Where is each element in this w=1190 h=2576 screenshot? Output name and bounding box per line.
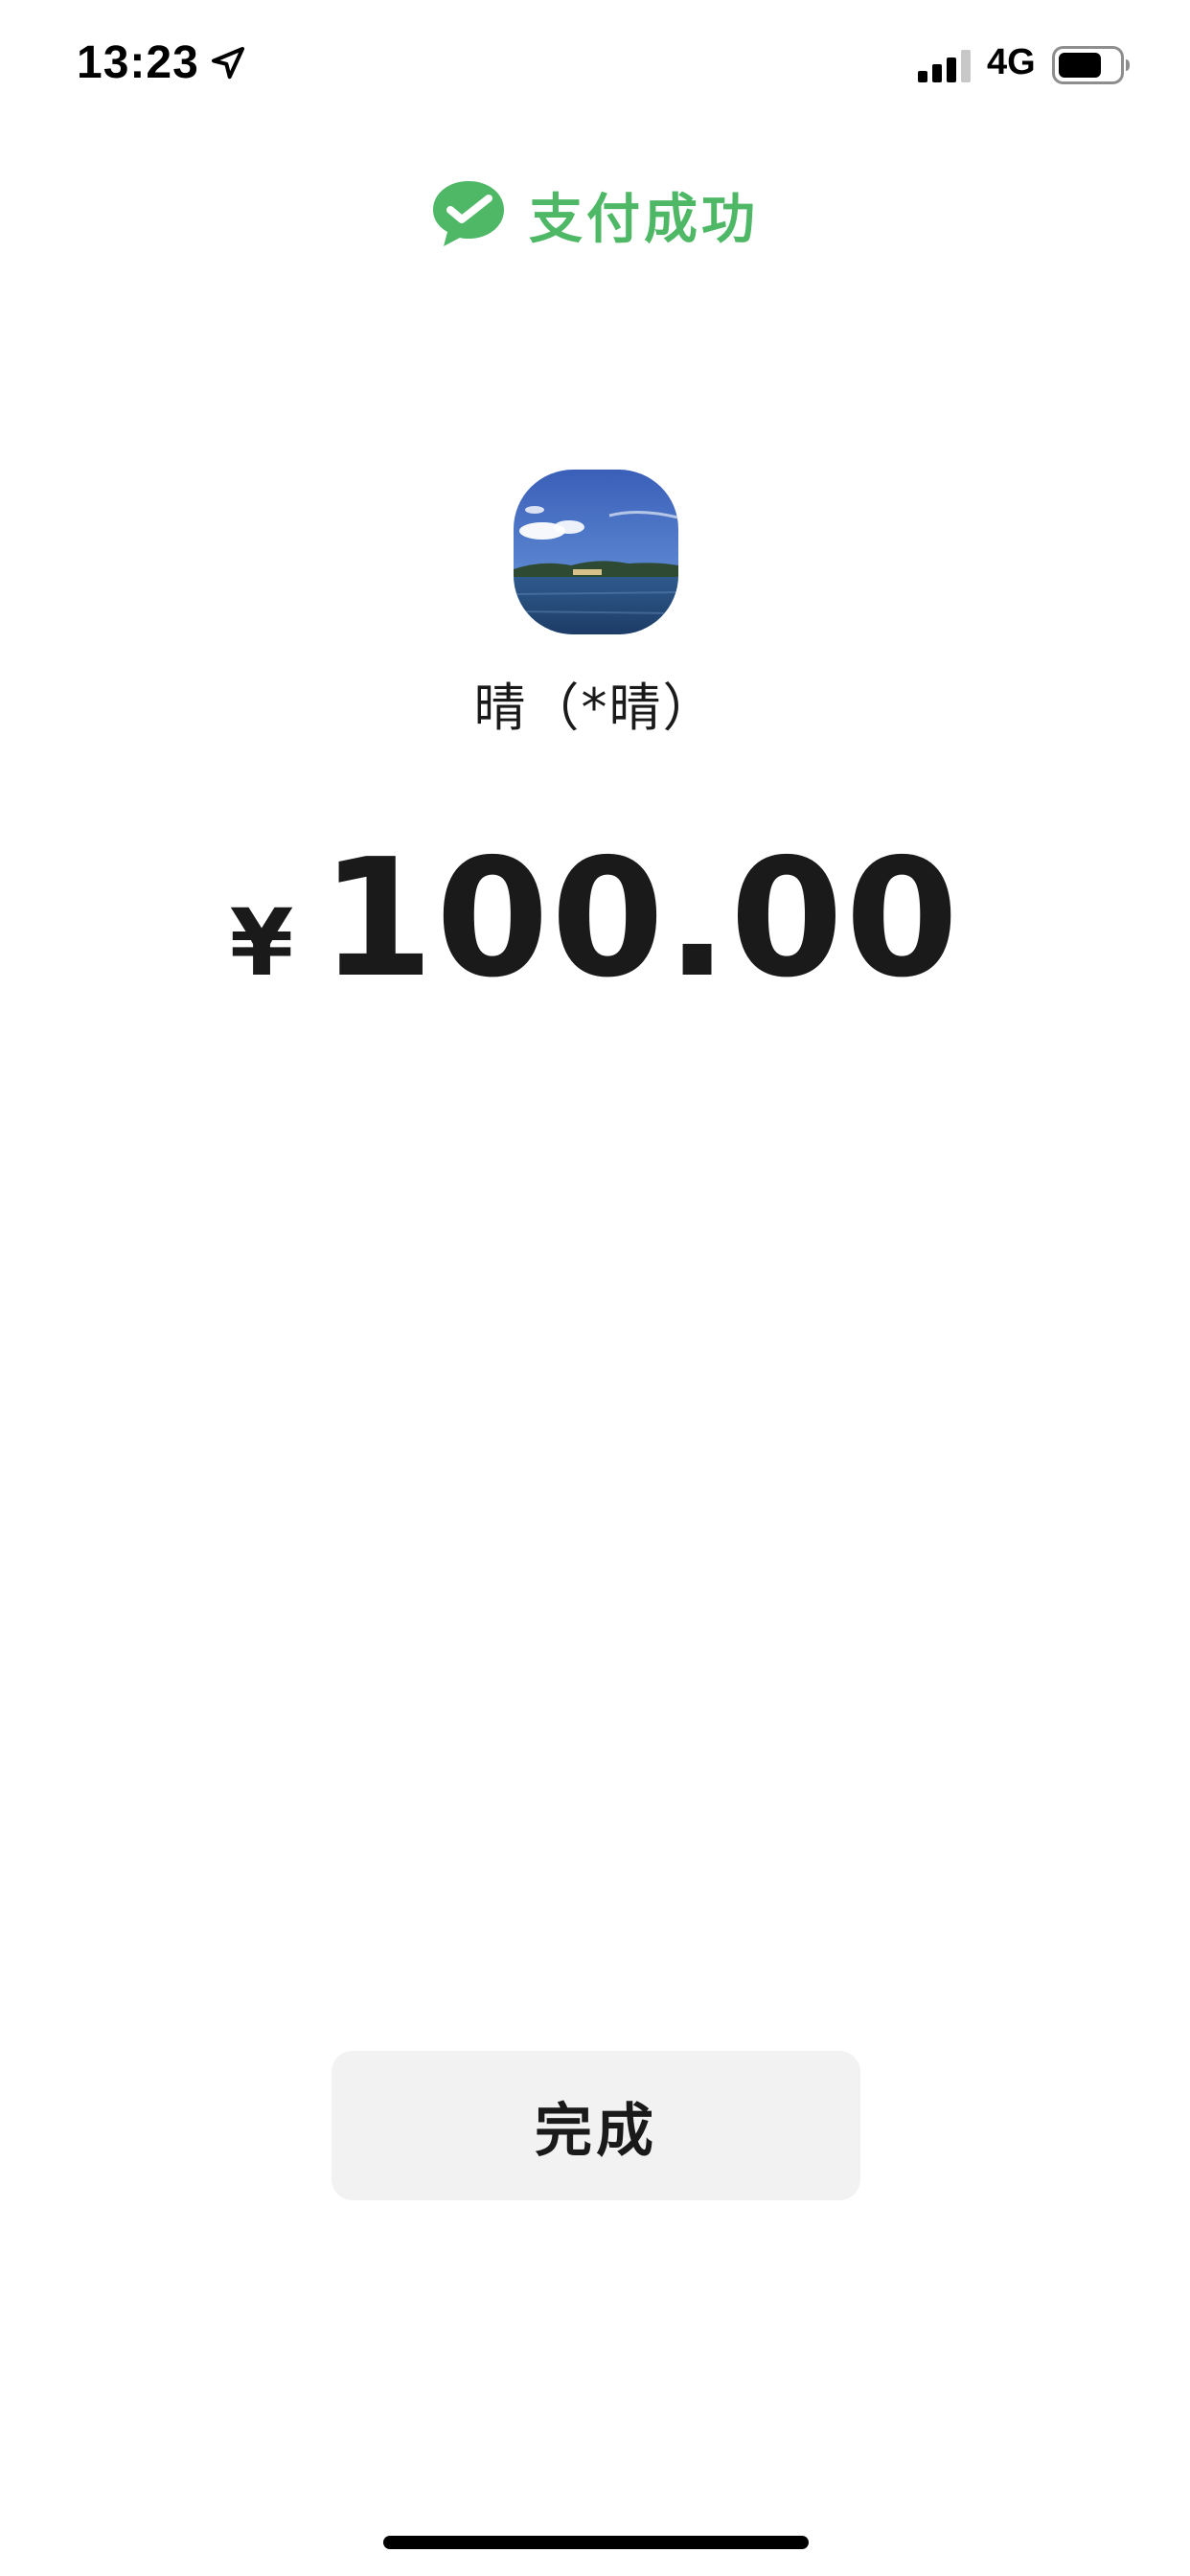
payee-avatar (514, 470, 678, 634)
currency-symbol: ¥ (229, 889, 294, 997)
status-bar: 13:23 4G (0, 0, 1190, 134)
done-button-label: 完成 (535, 2097, 657, 2165)
status-time: 13:23 (77, 37, 199, 88)
amount-value: 100.00 (320, 824, 961, 1014)
signal-bars-icon (918, 50, 971, 82)
payment-success-header: 支付成功 (0, 174, 1190, 255)
payee-name: 晴（*晴） (473, 678, 717, 738)
payment-success-screen: 13:23 4G 支付成功 晴（*晴） ¥ 100.00 完成 (0, 0, 1190, 2576)
landscape-photo (514, 470, 678, 634)
battery-icon (1052, 46, 1130, 84)
location-arrow-icon (212, 47, 244, 80)
done-button[interactable]: 完成 (332, 2051, 860, 2200)
payment-amount: ¥ 100.00 (0, 824, 1190, 1014)
payment-success-title: 支付成功 (529, 188, 759, 251)
home-indicator[interactable] (383, 2536, 809, 2549)
wechat-pay-icon (433, 181, 504, 246)
network-type-label: 4G (987, 42, 1036, 82)
